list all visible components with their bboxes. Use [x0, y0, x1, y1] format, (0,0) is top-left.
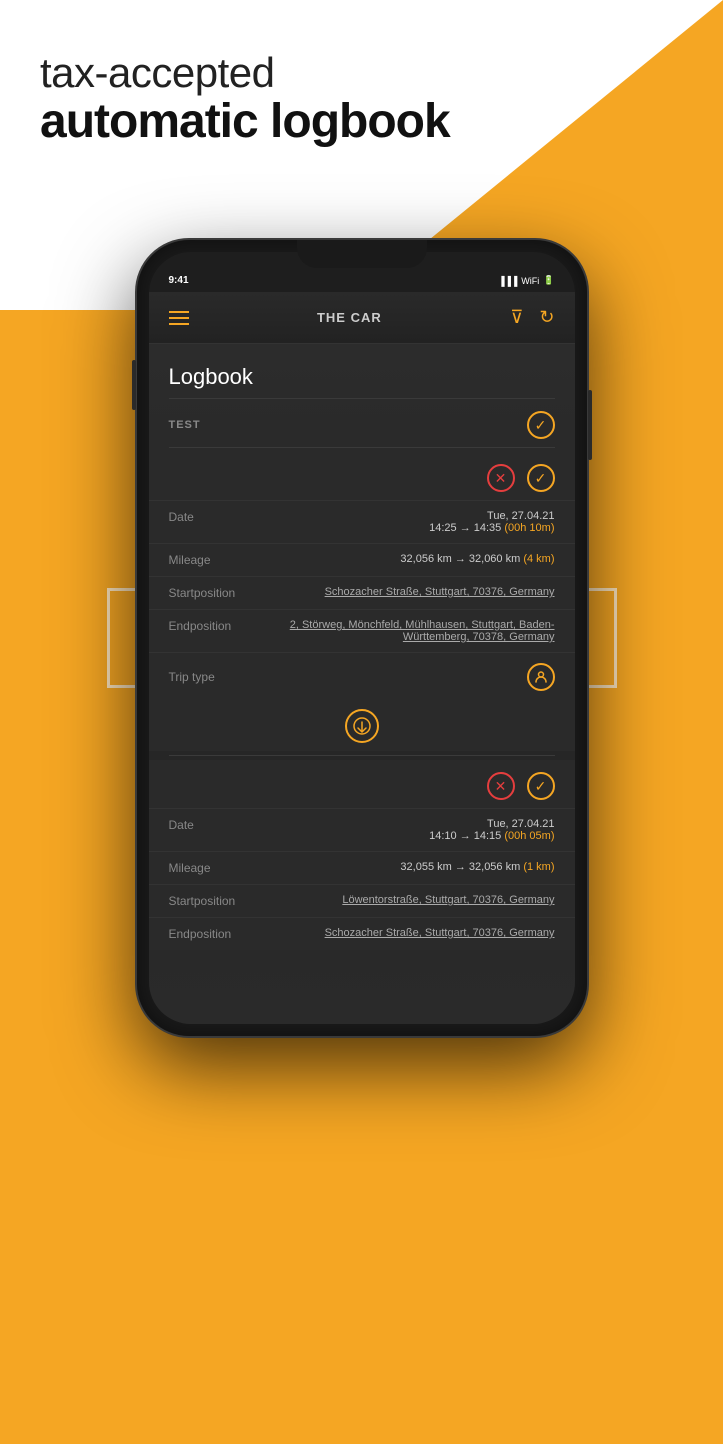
- trip2-mileage-diff: (1 km): [523, 861, 554, 873]
- trip2-actions: ✕ ✓: [149, 760, 575, 808]
- logbook-title: Logbook: [149, 344, 575, 398]
- hamburger-line-1: [169, 311, 189, 313]
- trip1-date-value: Tue, 27.04.21 14:25 → 14:35 (00h 10m): [259, 510, 555, 534]
- phone-outer-frame: 9:41 ▐▐▐ WiFi 🔋 THE CAR ⊽ ↻: [137, 240, 587, 1036]
- trip1-triptype-person-icon[interactable]: [527, 663, 555, 691]
- bracket-right-decoration: [587, 588, 617, 688]
- trip-card-1: ✕ ✓ Date Tue, 27.04.21 14:25 → 14:35 (00…: [149, 452, 575, 751]
- trip2-endpos-text[interactable]: Schozacher Straße, Stuttgart, 70376, Ger…: [325, 927, 555, 939]
- trip1-triptype-label: Trip type: [169, 670, 259, 684]
- refresh-icon[interactable]: ↻: [539, 307, 554, 328]
- trip2-date-label: Date: [169, 818, 259, 832]
- bracket-left-decoration: [107, 588, 137, 688]
- trip1-mileage-value: 32,056 km → 32,060 km (4 km): [259, 553, 555, 565]
- trip-card-2: ✕ ✓ Date Tue, 27.04.21 14:10 → 14:15 (00…: [149, 760, 575, 950]
- section-check-icon[interactable]: ✓: [527, 411, 555, 439]
- wifi-icon: WiFi: [521, 276, 539, 286]
- trip1-mileage-text: 32,056 km → 32,060 km: [400, 553, 520, 565]
- battery-icon: 🔋: [543, 275, 554, 286]
- section-divider: [169, 447, 555, 448]
- trip1-endpos-label: Endposition: [169, 619, 259, 633]
- trip1-startpos-row: Startposition Schozacher Straße, Stuttga…: [149, 576, 575, 609]
- test-section-header: TEST ✓: [149, 399, 575, 447]
- phone-mockup: 9:41 ▐▐▐ WiFi 🔋 THE CAR ⊽ ↻: [137, 240, 587, 1036]
- hamburger-menu-icon[interactable]: [169, 311, 189, 325]
- trip2-cancel-button[interactable]: ✕: [487, 772, 515, 800]
- trip1-confirm-button[interactable]: ✓: [527, 464, 555, 492]
- trip1-startpos-value: Schozacher Straße, Stuttgart, 70376, Ger…: [259, 586, 555, 598]
- trip2-date-text: Tue, 27.04.21: [487, 818, 554, 830]
- signal-icon: ▐▐▐: [498, 276, 517, 286]
- trip2-date-row: Date Tue, 27.04.21 14:10 → 14:15 (00h 05…: [149, 808, 575, 851]
- trip2-date-value: Tue, 27.04.21 14:10 → 14:15 (00h 05m): [259, 818, 555, 842]
- app-header: THE CAR ⊽ ↻: [149, 292, 575, 344]
- trip2-startpos-label: Startposition: [169, 894, 259, 908]
- trip1-date-row: Date Tue, 27.04.21 14:25 → 14:35 (00h 10…: [149, 500, 575, 543]
- trip-divider: [169, 755, 555, 756]
- trip2-mileage-row: Mileage 32,055 km → 32,056 km (1 km): [149, 851, 575, 884]
- trip1-actions: ✕ ✓: [149, 452, 575, 500]
- status-time: 9:41: [169, 275, 189, 286]
- trip1-endpos-row: Endposition 2, Störweg, Mönchfeld, Mühlh…: [149, 609, 575, 652]
- hamburger-line-2: [169, 317, 189, 319]
- trip2-startpos-text[interactable]: Löwentorstraße, Stuttgart, 70376, German…: [342, 894, 554, 906]
- header-action-icons: ⊽ ↻: [510, 307, 554, 328]
- hero-text: tax-accepted automatic logbook: [0, 0, 723, 169]
- trip2-confirm-button[interactable]: ✓: [527, 772, 555, 800]
- trip1-date-text: Tue, 27.04.21: [487, 510, 554, 522]
- swap-button[interactable]: [345, 709, 379, 743]
- trip2-mileage-label: Mileage: [169, 861, 259, 875]
- hamburger-line-3: [169, 323, 189, 325]
- phone-screen: 9:41 ▐▐▐ WiFi 🔋 THE CAR ⊽ ↻: [149, 252, 575, 1024]
- trip1-cancel-button[interactable]: ✕: [487, 464, 515, 492]
- hero-title: automatic logbook: [40, 96, 683, 149]
- trip2-endpos-label: Endposition: [169, 927, 259, 941]
- trip2-mileage-text: 32,055 km → 32,056 km: [400, 861, 520, 873]
- trip2-date-duration: (00h 05m): [504, 830, 554, 842]
- trip2-startpos-row: Startposition Löwentorstraße, Stuttgart,…: [149, 884, 575, 917]
- app-content: Logbook TEST ✓ ✕ ✓ Dat: [149, 344, 575, 1024]
- car-name-label: THE CAR: [317, 310, 382, 325]
- trip1-mileage-row: Mileage 32,056 km → 32,060 km (4 km): [149, 543, 575, 576]
- filter-icon[interactable]: ⊽: [510, 307, 523, 328]
- trip2-startpos-value: Löwentorstraße, Stuttgart, 70376, German…: [259, 894, 555, 906]
- trip1-swap-action: [149, 701, 575, 751]
- hero-tagline: tax-accepted: [40, 50, 683, 96]
- trip1-date-duration: (00h 10m): [504, 522, 554, 534]
- trip1-startpos-text[interactable]: Schozacher Straße, Stuttgart, 70376, Ger…: [325, 586, 555, 598]
- trip1-mileage-label: Mileage: [169, 553, 259, 567]
- test-section-label: TEST: [169, 419, 201, 431]
- trip1-mileage-diff: (4 km): [523, 553, 554, 565]
- trip1-endpos-value: 2, Störweg, Mönchfeld, Mühlhausen, Stutt…: [259, 619, 555, 643]
- trip2-mileage-value: 32,055 km → 32,056 km (1 km): [259, 861, 555, 873]
- trip1-endpos-text[interactable]: 2, Störweg, Mönchfeld, Mühlhausen, Stutt…: [290, 619, 555, 643]
- trip1-triptype-row: Trip type: [149, 652, 575, 701]
- trip2-date-time: 14:10 → 14:15: [429, 830, 501, 842]
- trip2-endpos-row: Endposition Schozacher Straße, Stuttgart…: [149, 917, 575, 950]
- trip1-date-time: 14:25 → 14:35: [429, 522, 501, 534]
- phone-notch: [297, 240, 427, 268]
- status-icons: ▐▐▐ WiFi 🔋: [498, 275, 554, 286]
- trip1-startpos-label: Startposition: [169, 586, 259, 600]
- trip2-endpos-value: Schozacher Straße, Stuttgart, 70376, Ger…: [259, 927, 555, 939]
- trip1-date-label: Date: [169, 510, 259, 524]
